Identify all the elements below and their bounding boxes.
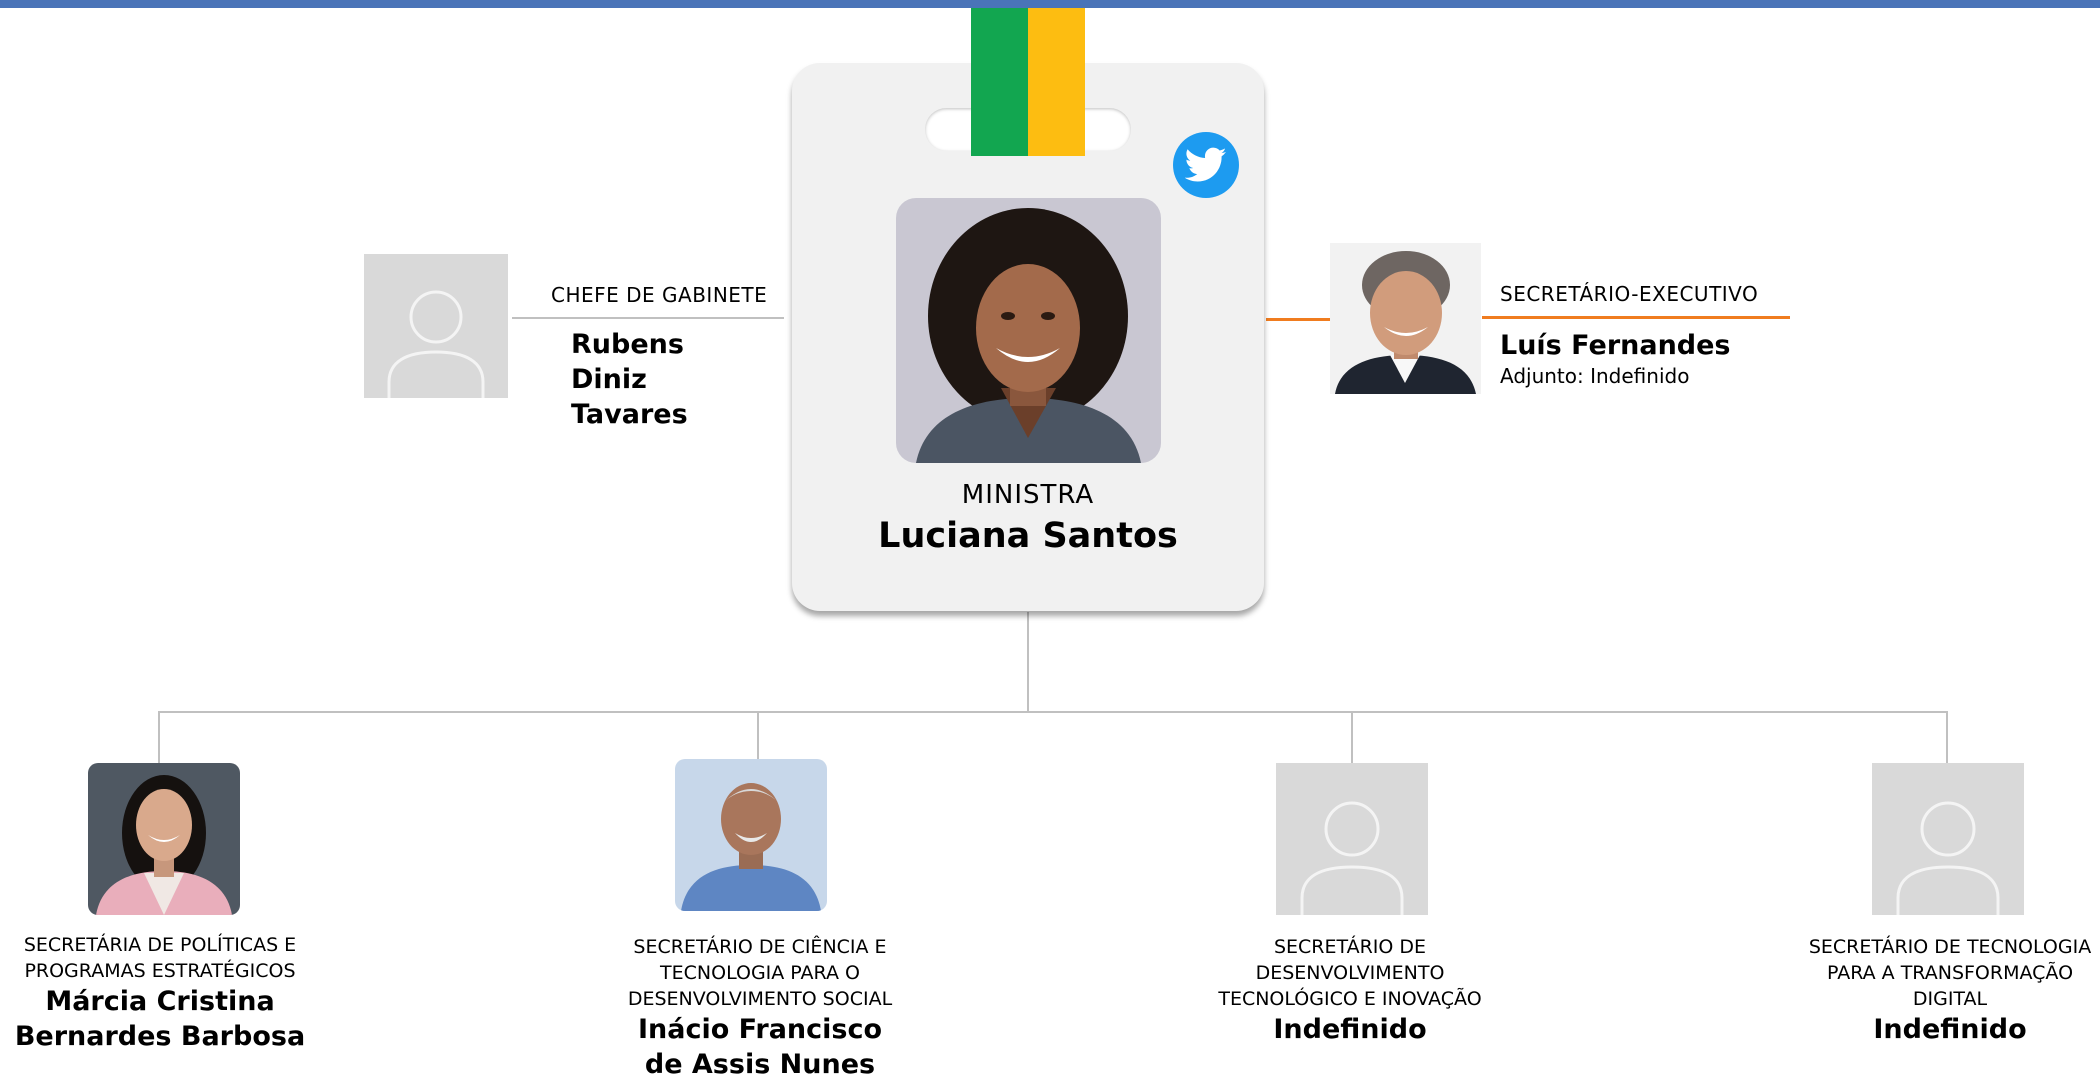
person-icon	[1896, 801, 2000, 915]
ribbon-green	[971, 8, 1028, 156]
connector-drop-3	[1351, 711, 1353, 763]
secretary-4: SECRETÁRIO DE TECNOLOGIA PARA A TRANSFOR…	[1790, 934, 2100, 1047]
secretary-1-role: SECRETÁRIA DE POLÍTICAS E PROGRAMAS ESTR…	[23, 934, 297, 982]
twitter-icon[interactable]	[1173, 132, 1239, 198]
chief-role: CHEFE DE GABINETE	[551, 283, 768, 307]
secretary-3-name: Indefinido	[1273, 1014, 1427, 1045]
executive-role: SECRETÁRIO-EXECUTIVO	[1500, 282, 1759, 306]
connector-chief	[512, 317, 784, 319]
connector-drop-2	[757, 711, 759, 761]
secretary-1-photo	[88, 763, 240, 915]
connector-trunk	[1027, 612, 1029, 712]
secretary-2: SECRETÁRIO DE CIÊNCIA E TECNOLOGIA PARA …	[600, 934, 920, 1077]
person-icon	[1300, 801, 1404, 915]
executive-deputy: Adjunto: Indefinido	[1500, 364, 1690, 388]
secretary-2-name: Inácio Francisco de Assis Nunes Arruda	[637, 1014, 883, 1077]
person-icon	[387, 290, 485, 398]
minister-role: MINISTRA	[961, 480, 1095, 510]
ribbon-yellow	[1028, 8, 1085, 156]
chief-name: Rubens Diniz Tavares	[571, 329, 688, 430]
connector-executive-right	[1482, 316, 1790, 319]
connector-drop-1	[158, 711, 160, 763]
secretary-3-photo-placeholder	[1276, 763, 1428, 915]
minister-photo	[896, 198, 1161, 463]
secretary-1: SECRETÁRIA DE POLÍTICAS E PROGRAMAS ESTR…	[0, 932, 320, 1054]
minister-name: Luciana Santos	[878, 516, 1178, 556]
chief-avatar-placeholder	[364, 254, 508, 398]
executive-photo	[1330, 243, 1481, 394]
secretary-2-role: SECRETÁRIO DE CIÊNCIA E TECNOLOGIA PARA …	[627, 936, 893, 1010]
secretary-2-photo	[675, 759, 827, 911]
connector-horizontal	[158, 711, 1948, 713]
secretary-4-role: SECRETÁRIO DE TECNOLOGIA PARA A TRANSFOR…	[1808, 936, 2092, 1010]
secretary-1-name: Márcia Cristina Bernardes Barbosa	[14, 986, 306, 1052]
secretary-4-photo-placeholder	[1872, 763, 2024, 915]
secretary-4-name: Indefinido	[1873, 1014, 2027, 1045]
connector-executive-left	[1266, 318, 1330, 321]
top-bar	[0, 0, 2100, 8]
secretary-3-role: SECRETÁRIO DE DESENVOLVIMENTO TECNOLÓGIC…	[1218, 936, 1482, 1010]
org-chart: MINISTRA Luciana Santos CHEFE DE GABINET…	[0, 0, 2100, 1077]
secretary-3: SECRETÁRIO DE DESENVOLVIMENTO TECNOLÓGIC…	[1190, 934, 1510, 1047]
executive-name: Luís Fernandes	[1500, 330, 1731, 361]
connector-drop-4	[1946, 711, 1948, 763]
